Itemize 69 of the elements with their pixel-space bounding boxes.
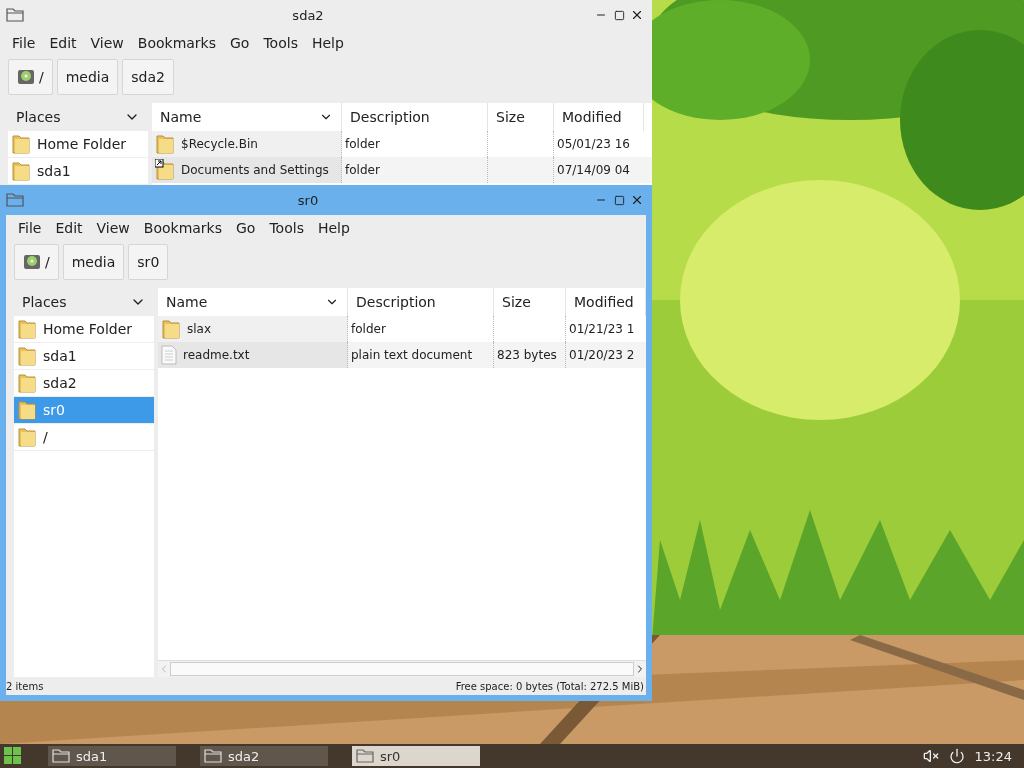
taskbar-button[interactable]: sda1 bbox=[48, 746, 176, 766]
power-icon[interactable] bbox=[948, 748, 965, 764]
folder-icon bbox=[17, 426, 37, 448]
folder-icon bbox=[161, 318, 181, 340]
places-header[interactable]: Places bbox=[14, 288, 154, 316]
file-name-cell[interactable]: $Recycle.Bin bbox=[152, 131, 342, 157]
places-header[interactable]: Places bbox=[8, 103, 148, 131]
path-button[interactable]: media bbox=[62, 244, 125, 280]
folder-icon bbox=[356, 749, 374, 763]
folder-icon bbox=[52, 749, 70, 763]
drive-icon bbox=[17, 68, 35, 86]
folder-icon bbox=[11, 160, 31, 182]
maximize-icon[interactable] bbox=[613, 9, 625, 21]
maximize-icon[interactable] bbox=[613, 194, 625, 206]
menu-item[interactable]: View bbox=[84, 32, 130, 53]
menu-item[interactable]: Tools bbox=[263, 217, 310, 238]
folder-icon bbox=[17, 345, 37, 367]
menu-item[interactable]: Go bbox=[224, 32, 256, 53]
free-space-text: Free space: 0 bytes (Total: 272.5 MiB) bbox=[455, 680, 644, 692]
folder-icon bbox=[17, 318, 37, 340]
text-file-icon bbox=[161, 345, 177, 365]
taskbar-button[interactable]: sda2 bbox=[200, 746, 328, 766]
start-menu-icon[interactable] bbox=[4, 747, 22, 765]
horizontal-scrollbar[interactable] bbox=[158, 660, 646, 677]
menu-item[interactable]: Go bbox=[230, 217, 262, 238]
drive-icon bbox=[23, 253, 41, 271]
table-cell bbox=[488, 157, 554, 183]
places-title: Places bbox=[22, 294, 67, 310]
window-title: sr0 bbox=[296, 192, 320, 208]
table-cell: plain text document bbox=[348, 342, 494, 368]
table-cell: folder bbox=[342, 157, 488, 183]
menu-item[interactable]: File bbox=[12, 217, 48, 238]
close-icon[interactable] bbox=[630, 193, 644, 207]
table-cell: folder bbox=[342, 131, 488, 157]
folder-icon bbox=[6, 193, 24, 207]
mute-icon[interactable] bbox=[922, 748, 939, 764]
menu-item[interactable]: File bbox=[6, 32, 42, 53]
menu-item[interactable]: Help bbox=[311, 217, 356, 238]
folder-icon bbox=[6, 8, 24, 22]
menu-item[interactable]: View bbox=[90, 217, 136, 238]
file-name-cell[interactable]: readme.txt bbox=[158, 342, 348, 368]
path-button[interactable]: sda2 bbox=[122, 59, 174, 95]
window-title: sda2 bbox=[291, 7, 325, 23]
menu-item[interactable]: Edit bbox=[49, 217, 89, 238]
folder-icon bbox=[204, 749, 222, 763]
menu-item[interactable]: Help bbox=[305, 32, 350, 53]
path-button[interactable]: media bbox=[56, 59, 119, 95]
file-name-cell[interactable]: slax bbox=[158, 316, 348, 342]
item-count: 2 items bbox=[6, 680, 44, 692]
close-icon[interactable] bbox=[630, 8, 644, 22]
folder-icon bbox=[17, 399, 37, 421]
folder-icon bbox=[11, 133, 31, 155]
menu-item[interactable]: Edit bbox=[43, 32, 83, 53]
path-button[interactable]: / bbox=[14, 244, 59, 280]
table-cell: 07/14/09 04 bbox=[554, 157, 652, 183]
path-button[interactable]: / bbox=[8, 59, 53, 95]
path-button[interactable]: sr0 bbox=[128, 244, 169, 280]
table-cell: folder bbox=[348, 316, 494, 342]
table-cell: 01/20/23 2 bbox=[566, 342, 646, 368]
menu-item[interactable]: Bookmarks bbox=[131, 32, 222, 53]
folder-icon bbox=[17, 372, 37, 394]
table-cell: 823 bytes bbox=[494, 342, 566, 368]
menu-item[interactable]: Tools bbox=[257, 32, 304, 53]
places-title: Places bbox=[16, 109, 61, 125]
clock[interactable]: 13:24 bbox=[974, 748, 1012, 764]
menu-item[interactable]: Bookmarks bbox=[137, 217, 228, 238]
file-name-cell[interactable]: Documents and Settings bbox=[152, 157, 342, 183]
taskbar-button[interactable]: sr0 bbox=[352, 746, 480, 766]
folder-icon bbox=[155, 133, 175, 155]
